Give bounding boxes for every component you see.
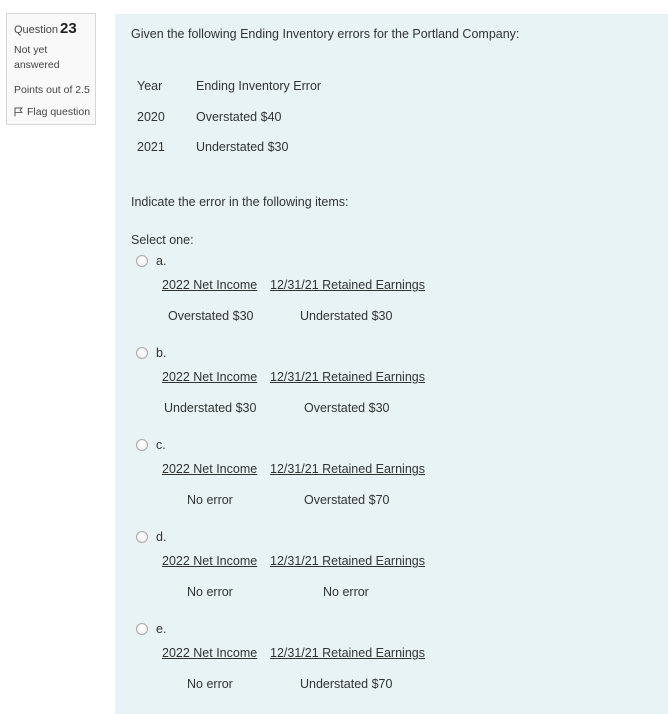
option-value-net-income: No error <box>187 493 233 507</box>
question-number-line: Question 23 <box>14 20 95 37</box>
option-letter: b. <box>156 346 167 360</box>
question-prompt: Indicate the error in the following item… <box>131 195 349 209</box>
option-header-retained-earnings: 12/31/21 Retained Earnings <box>270 278 425 292</box>
table-cell-year: 2020 <box>137 110 165 124</box>
option-header-net-income: 2022 Net Income <box>162 278 258 292</box>
option-letter: d. <box>156 530 167 544</box>
radio-button[interactable] <box>136 531 148 543</box>
option-value-retained-earnings: Overstated $30 <box>304 401 390 415</box>
table-cell-error: Understated $30 <box>196 140 289 154</box>
radio-button[interactable] <box>136 439 148 451</box>
radio-button[interactable] <box>136 347 148 359</box>
option-value-retained-earnings: Understated $70 <box>300 677 393 691</box>
flag-icon <box>14 107 23 117</box>
option-header-retained-earnings: 12/31/21 Retained Earnings <box>270 554 425 568</box>
option-value-retained-earnings: Overstated $70 <box>304 493 390 507</box>
select-one-label: Select one: <box>131 233 194 247</box>
option-value-retained-earnings: No error <box>323 585 369 599</box>
option-value-net-income: Overstated $30 <box>168 309 254 323</box>
question-grade: Points out of 2.5 <box>14 84 90 96</box>
table-cell-error: Overstated $40 <box>196 110 282 124</box>
option-header-net-income: 2022 Net Income <box>162 646 258 660</box>
radio-button[interactable] <box>136 623 148 635</box>
table-header-year: Year <box>137 79 163 93</box>
option-letter: c. <box>156 438 166 452</box>
option-value-retained-earnings: Understated $30 <box>300 309 393 323</box>
radio-button[interactable] <box>136 255 148 267</box>
option-header-retained-earnings: 12/31/21 Retained Earnings <box>270 462 425 476</box>
option-header-net-income: 2022 Net Income <box>162 370 258 384</box>
question-state: Not yet answered <box>14 43 95 73</box>
option-header-net-income: 2022 Net Income <box>162 554 258 568</box>
table-cell-year: 2021 <box>137 140 165 154</box>
question-intro: Given the following Ending Inventory err… <box>131 27 520 41</box>
option-header-retained-earnings: 12/31/21 Retained Earnings <box>270 646 425 660</box>
flag-question-label: Flag question <box>27 106 91 118</box>
state-line-2: answered <box>14 59 60 71</box>
option-header-net-income: 2022 Net Income <box>162 462 258 476</box>
question-formulation: Given the following Ending Inventory err… <box>115 14 668 714</box>
option-value-net-income: Understated $30 <box>164 401 257 415</box>
table-header-error: Ending Inventory Error <box>196 79 322 93</box>
option-letter: e. <box>156 622 167 636</box>
state-line-1: Not yet <box>14 44 48 56</box>
flag-question-button[interactable]: Flag question <box>14 106 95 118</box>
option-letter: a. <box>156 254 167 268</box>
option-value-net-income: No error <box>187 677 233 691</box>
option-value-net-income: No error <box>187 585 233 599</box>
question-info-panel: Question 23 Not yet answered Points out o… <box>6 13 96 125</box>
question-label: Question <box>14 24 59 36</box>
option-header-retained-earnings: 12/31/21 Retained Earnings <box>270 370 425 384</box>
question-number: 23 <box>60 20 77 37</box>
